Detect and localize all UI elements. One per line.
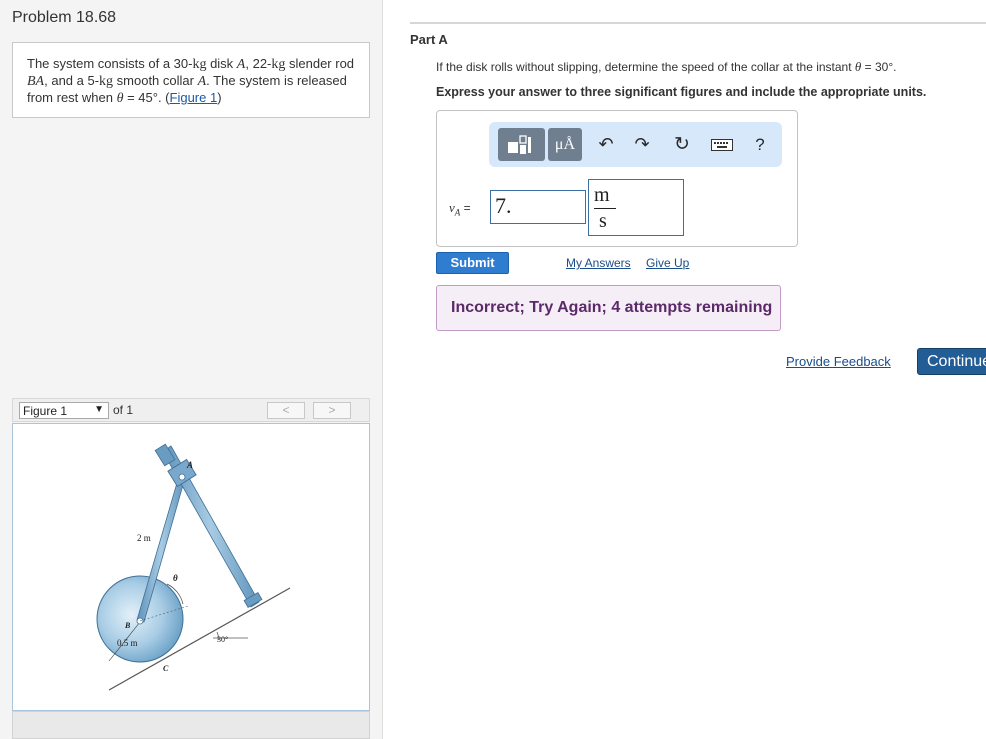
submit-button[interactable]: Submit <box>436 252 509 274</box>
symbol-a: A <box>197 74 207 89</box>
keyboard-icon <box>711 138 733 151</box>
statement-text: , 22- <box>245 56 272 71</box>
figure-select-value: Figure 1 <box>23 404 68 418</box>
problem-title: Problem 18.68 <box>12 9 117 26</box>
answer-value-input[interactable]: 7. <box>490 190 586 224</box>
label-theta: θ <box>173 573 178 583</box>
unit-kg: kg <box>192 57 207 72</box>
statement-text: The system consists of a 30- <box>27 56 193 71</box>
reset-button[interactable]: ↻ <box>669 128 695 161</box>
label-incline-angle: 30° <box>217 635 228 644</box>
figure-navigation-bar: Figure 1 ▼ of 1 < > <box>12 398 370 422</box>
answer-variable-label: vA = <box>449 200 471 217</box>
unit-denominator: s <box>599 210 607 232</box>
templates-button[interactable] <box>498 128 545 161</box>
label-c: C <box>163 664 169 673</box>
redo-button[interactable]: ↷ <box>629 128 655 161</box>
undo-button[interactable]: ↶ <box>593 128 619 161</box>
part-label: Part A <box>410 32 448 47</box>
problem-panel: Problem 18.68 The system consists of a 3… <box>0 0 383 739</box>
answer-value: 7. <box>495 193 512 218</box>
chevron-right-icon: > <box>328 403 336 417</box>
statement-text: ) <box>217 90 222 105</box>
previous-figure-button[interactable]: < <box>267 402 305 419</box>
equals-sign: = <box>460 201 471 215</box>
reset-icon: ↻ <box>674 134 690 155</box>
figure-count: of 1 <box>113 403 134 417</box>
symbol-ba: BA <box>27 74 45 89</box>
chevron-left-icon: < <box>282 403 290 417</box>
unit-numerator: m <box>594 184 610 206</box>
label-a: A <box>186 460 193 470</box>
unit-kg: kg <box>99 74 114 89</box>
keyboard-button[interactable] <box>709 128 735 161</box>
my-answers-link[interactable]: My Answers <box>566 256 631 270</box>
fraction-bar <box>594 208 616 209</box>
continue-button[interactable]: Continue <box>917 348 986 375</box>
figure-select[interactable]: Figure 1 ▼ <box>19 402 109 419</box>
question-body: If the disk rolls without slipping, dete… <box>436 60 855 74</box>
statement-text: , and a 5- <box>44 73 100 88</box>
part-divider <box>410 22 986 24</box>
figure-footer <box>12 711 370 739</box>
give-up-link[interactable]: Give Up <box>646 256 689 270</box>
units-icon: μÅ <box>554 135 576 153</box>
statement-text: smooth collar <box>113 73 198 88</box>
label-radius: 0.5 m <box>117 638 138 648</box>
label-b: B <box>124 621 131 630</box>
collar-pin <box>178 473 186 481</box>
templates-icon <box>507 134 531 154</box>
undo-icon: ↶ <box>598 134 614 154</box>
question-text: If the disk rolls without slipping, dete… <box>436 59 896 75</box>
statement-text: slender rod <box>285 56 355 71</box>
next-figure-button[interactable]: > <box>313 402 351 419</box>
problem-statement: The system consists of a 30-kg disk A, 2… <box>12 42 370 118</box>
figure-link[interactable]: Figure 1 <box>170 90 218 105</box>
help-button[interactable]: ? <box>747 128 773 161</box>
dropdown-caret-icon: ▼ <box>94 404 104 415</box>
provide-feedback-link[interactable]: Provide Feedback <box>786 354 891 369</box>
statement-text: disk <box>206 56 237 71</box>
unit-kg: kg <box>271 57 286 72</box>
redo-icon: ↷ <box>634 134 650 154</box>
figure-frame: A 2 m θ B 0.5 m C 30° <box>12 423 370 711</box>
equation-toolbar: μÅ ↶ ↷ ↻ ? <box>489 122 782 167</box>
help-icon: ? <box>755 134 765 154</box>
feedback-message: Incorrect; Try Again; 4 attempts remaini… <box>436 285 781 331</box>
answer-units-input[interactable]: m s <box>588 179 684 236</box>
units-button[interactable]: μÅ <box>548 128 582 161</box>
label-rod-length: 2 m <box>137 533 151 543</box>
answer-instructions: Express your answer to three significant… <box>436 85 927 99</box>
question-tail: = 30°. <box>861 60 897 74</box>
statement-text: = 45°. ( <box>123 90 170 105</box>
figure-diagram: A 2 m θ B 0.5 m C 30° <box>96 443 291 691</box>
